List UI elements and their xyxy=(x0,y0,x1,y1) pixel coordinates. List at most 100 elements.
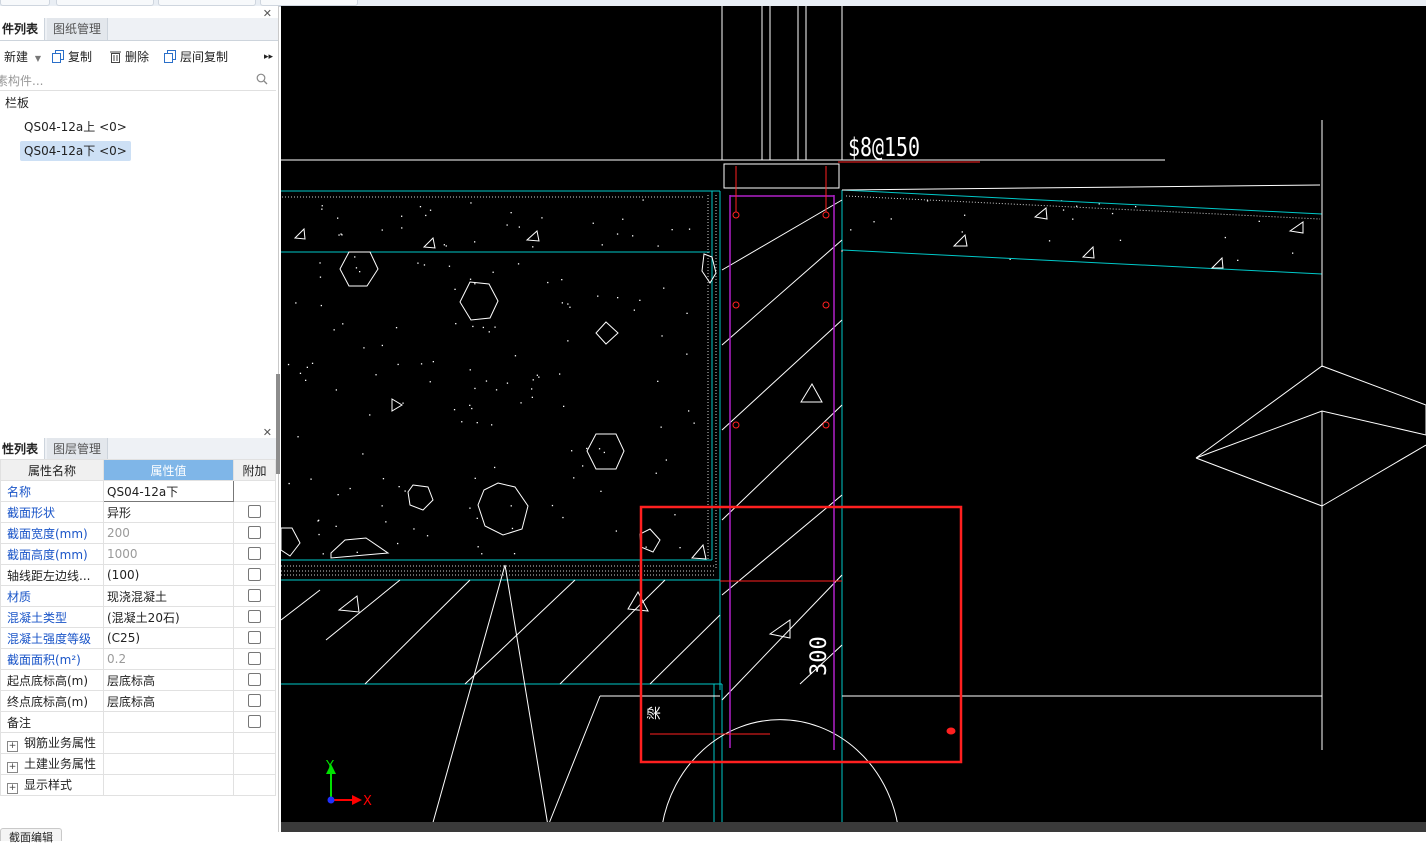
property-value[interactable]: 1000 xyxy=(103,543,234,565)
property-value[interactable]: QS04-12a下 xyxy=(103,480,234,502)
speckle-dot xyxy=(563,405,565,407)
property-extra xyxy=(233,690,276,712)
speckle-dot xyxy=(319,276,322,278)
property-row[interactable]: 截面宽度(mm) 200 xyxy=(0,522,276,544)
floor-copy-button[interactable]: 层间复制 xyxy=(164,48,228,66)
cad-canvas[interactable]: $8@150 300 梁 Y X xyxy=(281,6,1426,832)
property-value[interactable] xyxy=(103,711,234,733)
extra-checkbox[interactable] xyxy=(248,589,261,602)
rebar-points xyxy=(650,166,956,735)
speckle-dot xyxy=(402,402,404,404)
property-group-label: 钢筋业务属性 xyxy=(24,736,97,750)
section-edit-tab[interactable]: 截面编辑 xyxy=(0,828,62,844)
component-toolbar: 新建 ▼ 复制 删除 层间复制 ▸▸ xyxy=(0,44,278,70)
property-row[interactable]: 备注 xyxy=(0,711,276,733)
extra-checkbox[interactable] xyxy=(248,715,261,728)
property-extra xyxy=(233,585,276,607)
tab-component-list[interactable]: 件列表 xyxy=(0,18,46,40)
property-group-row[interactable]: + 土建业务属性 xyxy=(0,753,276,775)
speckle-dot xyxy=(559,373,561,375)
speckle-dot xyxy=(571,450,573,452)
speckle-dot xyxy=(297,436,299,438)
speckle-dot xyxy=(404,490,406,492)
delete-button[interactable]: 删除 xyxy=(109,48,149,66)
extra-checkbox[interactable] xyxy=(248,547,261,560)
property-row[interactable]: 轴线距左边线... (100) xyxy=(0,564,276,586)
property-value[interactable]: (混凝土20石) xyxy=(103,606,234,628)
property-value[interactable]: 现浇混凝土 xyxy=(103,585,234,607)
panel-splitter[interactable] xyxy=(276,374,280,474)
extra-checkbox[interactable] xyxy=(248,610,261,623)
speckle-dot xyxy=(561,279,563,281)
property-group[interactable]: + 钢筋业务属性 xyxy=(0,732,104,754)
group-extra-cell xyxy=(233,753,276,775)
new-button[interactable]: 新建 ▼ xyxy=(4,48,41,66)
property-value[interactable]: 200 xyxy=(103,522,234,544)
property-row[interactable]: 混凝土强度等级 (C25) xyxy=(0,627,276,649)
speckle-dot xyxy=(429,209,432,211)
speckle-dot xyxy=(657,245,659,247)
extra-checkbox[interactable] xyxy=(248,631,261,644)
speckle-dot xyxy=(657,380,659,382)
speckle-dot xyxy=(645,546,647,548)
tree-category[interactable]: 栏板 xyxy=(5,93,29,113)
property-group-row[interactable]: + 钢筋业务属性 xyxy=(0,732,276,754)
speckle-dot xyxy=(1048,240,1051,242)
speckle-dot xyxy=(375,374,377,376)
property-value[interactable]: 异形 xyxy=(103,501,234,523)
property-row[interactable]: 截面面积(m²) 0.2 xyxy=(0,648,276,670)
property-row[interactable]: 混凝土类型 (混凝土20石) xyxy=(0,606,276,628)
property-value[interactable]: (C25) xyxy=(103,627,234,649)
expand-plus-icon[interactable]: + xyxy=(7,762,18,773)
property-value[interactable]: 层底标高 xyxy=(103,690,234,712)
speckle-dot xyxy=(423,264,426,266)
property-value[interactable]: 0.2 xyxy=(103,648,234,670)
property-row[interactable]: 截面形状 异形 xyxy=(0,501,276,523)
tree-item[interactable]: QS04-12a上 <0> xyxy=(24,117,127,137)
speckle-dot xyxy=(476,422,478,424)
more-icon[interactable]: ▸▸ xyxy=(264,48,273,66)
tree-item-selected[interactable]: QS04-12a下 <0> xyxy=(20,141,131,161)
property-row[interactable]: 名称 QS04-12a下 xyxy=(0,480,276,502)
copy-button[interactable]: 复制 xyxy=(52,48,92,66)
property-row[interactable]: 终点底标高(m) 层底标高 xyxy=(0,690,276,712)
property-tabs: 性列表 图层管理 xyxy=(0,438,278,461)
speckle-dot xyxy=(600,490,602,492)
tab-layer-management[interactable]: 图层管理 xyxy=(47,438,109,460)
speckle-dot xyxy=(1098,203,1100,205)
header-property-value: 属性值 xyxy=(103,459,234,481)
speckle-dot xyxy=(335,525,337,527)
speckle-dot xyxy=(340,233,342,235)
property-group[interactable]: + 显示样式 xyxy=(0,774,104,796)
extra-checkbox[interactable] xyxy=(248,568,261,581)
tab-drawing-management[interactable]: 图纸管理 xyxy=(47,18,109,40)
property-row[interactable]: 材质 现浇混凝土 xyxy=(0,585,276,607)
property-row[interactable]: 截面高度(mm) 1000 xyxy=(0,543,276,565)
speckle-dot xyxy=(401,227,403,229)
search-icon[interactable] xyxy=(256,73,268,85)
beam-label: 梁 xyxy=(647,706,663,720)
extra-checkbox[interactable] xyxy=(248,505,261,518)
property-group-row[interactable]: + 显示样式 xyxy=(0,774,276,796)
speckle-dot xyxy=(495,389,498,391)
extra-checkbox[interactable] xyxy=(248,673,261,686)
property-group[interactable]: + 土建业务属性 xyxy=(0,753,104,775)
extra-checkbox[interactable] xyxy=(248,526,261,539)
speckle-dot xyxy=(472,325,474,328)
expand-plus-icon[interactable]: + xyxy=(7,741,18,752)
speckle-dot xyxy=(492,271,494,273)
property-name: 截面形状 xyxy=(0,501,104,523)
tab-property-list[interactable]: 性列表 xyxy=(0,438,46,460)
speckle-dot xyxy=(616,233,619,235)
dimension-label: 300 xyxy=(807,636,832,676)
extra-checkbox[interactable] xyxy=(248,652,261,665)
property-value[interactable]: 层底标高 xyxy=(103,669,234,691)
speckle-dot xyxy=(354,256,356,258)
expand-plus-icon[interactable]: + xyxy=(7,783,18,794)
speckle-dot xyxy=(453,409,456,411)
search-field[interactable]: 素构件... xyxy=(0,70,276,91)
extra-checkbox[interactable] xyxy=(248,694,261,707)
property-value[interactable]: (100) xyxy=(103,564,234,586)
property-row[interactable]: 起点底标高(m) 层底标高 xyxy=(0,669,276,691)
speckle-dot xyxy=(693,422,695,424)
